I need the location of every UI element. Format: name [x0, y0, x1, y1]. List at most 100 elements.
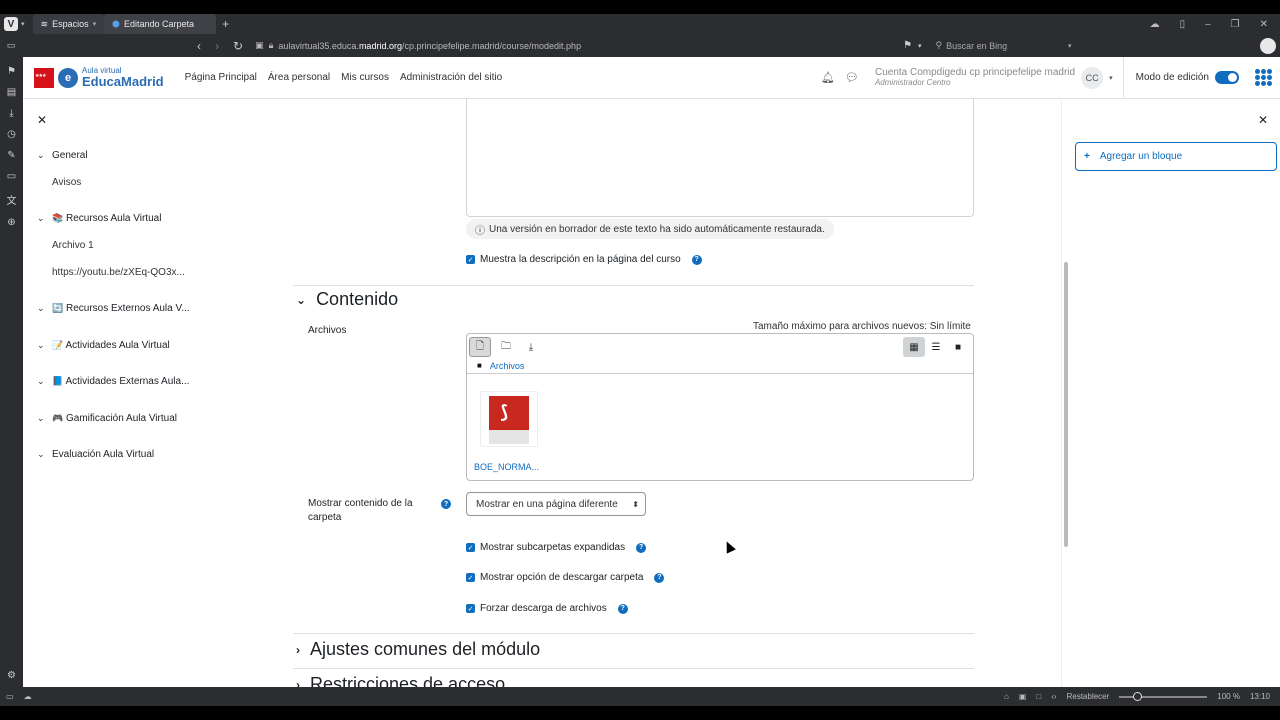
help-icon[interactable]: ? [441, 499, 451, 509]
back-icon[interactable]: ‹ [197, 39, 201, 53]
select-value: Mostrar en una página diferente [476, 498, 618, 510]
file-manager-path: ■ Archivos [477, 361, 524, 371]
page-tiling-icon[interactable]: ⌂ [1004, 692, 1009, 701]
chevron-down-icon[interactable]: ▾ [1109, 74, 1113, 82]
downloads-icon[interactable]: ⤓ [9, 108, 13, 119]
page-scrollbar[interactable] [1064, 262, 1068, 547]
help-icon[interactable]: ? [691, 254, 702, 265]
view-icons-button[interactable]: ▦ [903, 337, 925, 357]
zoom-reset-label[interactable]: Restablecer [1067, 692, 1110, 701]
code-icon[interactable]: ‹› [1051, 692, 1056, 701]
tab-spaces[interactable]: ≋ Espacios ▾ [32, 14, 105, 34]
pdf-file-thumbnail[interactable]: ⟆ [480, 391, 538, 447]
minimize-icon[interactable]: – [1205, 19, 1211, 30]
add-file-button[interactable]: 🗋 [469, 337, 491, 357]
view-tree-button[interactable]: ■ [947, 337, 969, 357]
download-folder-checkbox[interactable]: ✓ [466, 573, 475, 582]
nav-link-dashboard[interactable]: Área personal [268, 72, 330, 83]
close-drawer-icon[interactable]: ✕ [37, 113, 47, 127]
books-icon: 📚 [52, 213, 64, 223]
close-drawer-icon[interactable]: ✕ [1258, 113, 1268, 127]
subfolders-checkbox[interactable]: ✓ [466, 543, 475, 552]
chevron-down-icon[interactable]: ⌄ [37, 213, 45, 224]
description-editor[interactable] [466, 99, 974, 217]
tab-label: Espacios [52, 19, 89, 29]
nav-link-my-courses[interactable]: Mis cursos [341, 72, 389, 83]
vivaldi-logo-icon[interactable]: V [4, 17, 18, 31]
page-actions-icon[interactable]: □ [1036, 692, 1041, 701]
chevron-down-icon[interactable]: ⌄ [37, 340, 45, 351]
profile-icon[interactable] [1260, 37, 1276, 54]
panel-toggle-icon[interactable]: ▭ [0, 40, 22, 51]
bookmark-icon[interactable]: ⚑ [903, 40, 912, 51]
url-field[interactable]: ▣ 🔒︎ aulavirtual35.educa.madrid.org/cp.p… [255, 38, 895, 54]
acrobat-mark-icon: ⟆ [500, 402, 509, 422]
reading-list-icon[interactable]: ▤ [7, 87, 16, 98]
create-folder-button[interactable]: 🗀 [495, 337, 517, 357]
plus-icon: + [1084, 151, 1090, 162]
divider [1122, 57, 1124, 99]
download-folder-row: ✓ Mostrar opción de descargar carpeta ? [466, 572, 665, 583]
checkbox-label: Muestra la descripción en la página del … [480, 254, 681, 265]
history-icon[interactable]: ◷ [7, 129, 16, 140]
window-panel-icon[interactable]: ▭ [7, 171, 16, 182]
user-avatar[interactable]: CC [1081, 66, 1104, 89]
zoom-slider[interactable] [1119, 691, 1208, 701]
show-description-row: ✓ Muestra la descripción en la página de… [466, 254, 702, 265]
chevron-down-icon[interactable]: ⌄ [37, 413, 45, 424]
forward-icon[interactable]: › [215, 39, 219, 53]
download-button[interactable]: ⤓ [520, 337, 542, 357]
notification-bell-icon[interactable]: 🔔︎ [821, 71, 835, 84]
chevron-down-icon[interactable]: ⌄ [37, 376, 45, 387]
nav-link-site-admin[interactable]: Administración del sitio [400, 72, 502, 83]
chevron-right-icon[interactable]: › [296, 678, 300, 688]
help-icon[interactable]: ? [617, 603, 628, 614]
chevron-down-icon[interactable]: ▾ [21, 20, 25, 28]
bookmarks-panel-icon[interactable]: ⚑ [7, 66, 16, 77]
panel-toggle-icon[interactable]: ▭ [6, 692, 14, 701]
translate-icon[interactable]: 文 [7, 192, 17, 207]
zoom-slider-handle[interactable] [1133, 691, 1143, 701]
section-header-common-settings[interactable]: › Ajustes comunes del módulo [296, 639, 540, 660]
file-name[interactable]: BOE_NORMA... [474, 462, 539, 472]
chevron-down-icon[interactable]: ⌄ [37, 150, 45, 161]
educamadrid-logo[interactable]: e Aula virtual EducaMadrid [34, 67, 164, 88]
section-header-content[interactable]: ⌄ Contenido [296, 289, 398, 310]
messages-icon[interactable]: 💬︎ [845, 71, 859, 84]
nav-link-home[interactable]: Página Principal [185, 72, 257, 83]
display-select[interactable]: Mostrar en una página diferente ⬍ [466, 492, 646, 516]
chevron-down-icon[interactable]: ⌄ [37, 303, 45, 314]
view-list-button[interactable]: ☰ [925, 337, 947, 357]
chevron-right-icon[interactable]: › [296, 643, 300, 657]
search-field[interactable]: ⚲ Buscar en Bing ▾ [936, 38, 1072, 54]
section-header-restrictions[interactable]: › Restricciones de acceso [296, 674, 505, 687]
educamadrid-logo-icon: e [58, 67, 78, 88]
tab-editando-carpeta[interactable]: ⬢ Editando Carpeta [104, 14, 217, 34]
help-icon[interactable]: ? [636, 542, 647, 553]
show-description-checkbox[interactable]: ✓ [466, 255, 475, 264]
trash-icon[interactable]: ▯ [1180, 19, 1186, 30]
path-link[interactable]: Archivos [490, 361, 525, 371]
new-tab-icon[interactable]: + [222, 17, 229, 31]
cloud-sync-icon[interactable]: ☁ [24, 692, 32, 701]
draft-notice-text: Una versión en borrador de este texto ha… [489, 223, 825, 235]
add-block-button[interactable]: + Agregar un bloque [1075, 142, 1277, 171]
reload-icon[interactable]: ↻ [233, 39, 243, 53]
chevron-down-icon[interactable]: ▾ [918, 42, 922, 50]
help-icon[interactable]: ? [654, 572, 665, 583]
restore-icon[interactable]: ❐ [1231, 19, 1240, 30]
apps-grid-icon[interactable] [1255, 69, 1272, 86]
edit-mode-toggle[interactable] [1215, 71, 1239, 84]
force-download-checkbox[interactable]: ✓ [466, 604, 475, 613]
chevron-down-icon[interactable]: ⌄ [37, 449, 45, 460]
section-label: Recursos Aula Virtual [66, 213, 162, 224]
add-panel-icon[interactable]: ⊕ [7, 217, 15, 228]
course-index-drawer: ✕ ⌄ General Avisos ⌄ 📚 Recursos Aula Vir… [23, 100, 212, 687]
settings-gear-icon[interactable]: ⚙ [7, 670, 16, 681]
close-window-icon[interactable]: ✕ [1260, 19, 1268, 30]
primary-navigation: Página Principal Área personal Mis curso… [185, 72, 503, 83]
notes-icon[interactable]: ✎ [7, 150, 15, 161]
image-toggle-icon[interactable]: ▣ [1019, 692, 1027, 701]
chevron-down-icon[interactable]: ⌄ [296, 293, 306, 307]
cloud-icon[interactable]: ☁ [1150, 19, 1160, 30]
